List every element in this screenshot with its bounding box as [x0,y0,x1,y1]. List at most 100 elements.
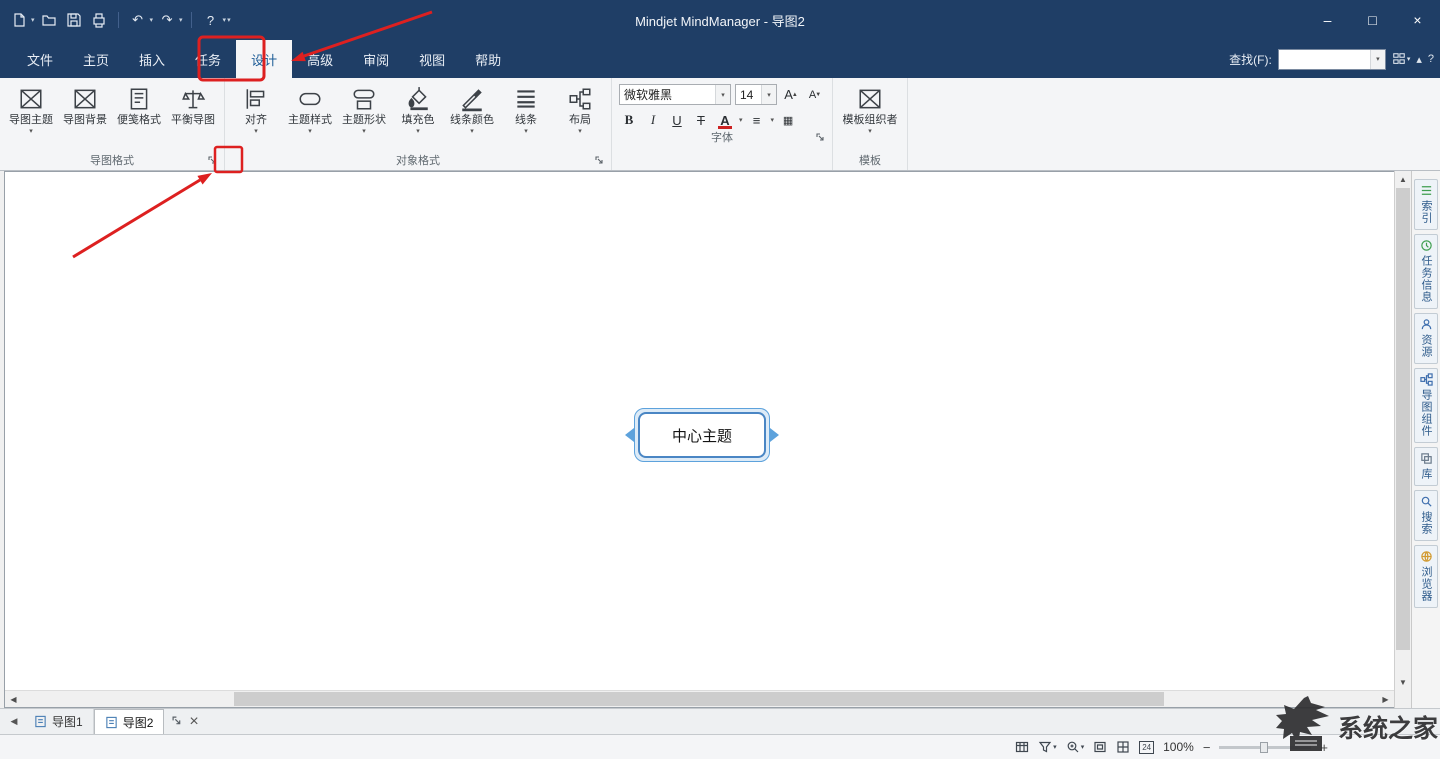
zoom-button[interactable]: ▾ [1066,740,1085,754]
print-button[interactable] [88,7,110,33]
help-button[interactable]: ? [200,7,222,33]
chevron-down-icon[interactable]: ▾ [179,16,183,24]
layout-icon [567,83,593,114]
balance-map-button[interactable]: 平衡导图 [166,81,220,127]
app-window: ▾ ↶ ▾ ↷ ▾ ? ▾ ▾ Mindjet MindManager - 导图… [0,0,1440,759]
fill-color-icon [405,83,431,114]
save-button[interactable] [63,7,85,33]
map-theme-button[interactable]: 导图主题 ▾ [4,81,58,136]
topic-handle-right[interactable] [770,428,779,442]
customize-qat-icon[interactable]: ▾ [227,16,231,24]
font-size-select[interactable]: 14 ▾ [735,84,777,105]
grow-font-button[interactable]: A▲ [781,85,801,105]
lines-button[interactable]: 线条 ▾ [499,81,553,136]
topic-handle-left[interactable] [625,428,634,442]
map-view-button[interactable] [1015,740,1029,754]
tab-nav-prev-button[interactable]: ◀ [4,709,24,734]
undo-button[interactable]: ↶ [127,7,149,33]
sidebar-tab-task-info[interactable]: 任务信息 [1414,234,1438,309]
tab-advanced[interactable]: 高级 [292,40,348,78]
chevron-down-icon[interactable]: ▾ [31,16,35,24]
shrink-font-button[interactable]: A▼ [805,85,825,105]
central-topic[interactable]: 中心主题 [638,412,766,458]
document-tab-bar: ◀ 导图1 导图2 × [0,708,1440,734]
zoom-out-button[interactable]: − [1203,740,1211,755]
sidebar-tab-label: 资源 [1418,334,1434,358]
align-button[interactable]: 对齐 ▾ [229,81,283,136]
maximize-button[interactable]: □ [1350,0,1395,40]
topic-style-button[interactable]: 主题样式 ▾ [283,81,337,136]
calendar-24-button[interactable]: 24 [1139,741,1154,754]
bold-button[interactable]: B [619,110,639,130]
horizontal-scroll-track[interactable] [22,691,1377,707]
find-input[interactable]: ▾ [1278,49,1386,70]
map-background-button[interactable]: 导图背景 [58,81,112,127]
map-canvas[interactable]: 中心主题 [5,172,1394,690]
help-icon[interactable]: ? [1428,53,1434,65]
dialog-launcher-object-format[interactable] [593,154,607,168]
tab-file[interactable]: 文件 [12,40,68,78]
sidebar-tab-label: 任务信息 [1418,255,1434,303]
chevron-down-icon[interactable]: ▾ [1370,50,1385,69]
chevron-down-icon[interactable]: ▾ [223,16,227,24]
font-color-button[interactable]: A [715,110,735,130]
document-tab-map2[interactable]: 导图2 [94,709,165,734]
redo-button[interactable]: ↷ [156,7,178,33]
fit-map-button[interactable] [1093,740,1107,754]
italic-button[interactable]: I [643,110,663,130]
tab-design[interactable]: 设计 [236,40,292,78]
tab-task[interactable]: 任务 [180,40,236,78]
chevron-down-icon[interactable]: ▾ [150,16,154,24]
line-color-button[interactable]: 线条颜色 ▾ [445,81,499,136]
chevron-down-icon[interactable]: ▾ [739,116,743,125]
tab-help[interactable]: 帮助 [460,40,516,78]
horizontal-scroll-thumb[interactable] [234,692,1164,706]
filter-button[interactable]: ▾ [1038,740,1057,754]
dialog-launcher-map-format[interactable] [206,154,220,168]
format-options-button[interactable]: ▦ [778,110,798,130]
font-family-select[interactable]: 微软雅黑 ▾ [619,84,731,105]
scroll-down-button[interactable]: ▼ [1395,674,1411,691]
close-button[interactable]: × [1395,0,1440,40]
collapse-ribbon-button[interactable]: ▴ [1416,53,1422,66]
strikethrough-button[interactable]: T [691,110,711,130]
text-align-button[interactable]: ≡ [747,110,767,130]
ribbon-group-map-format: 导图主题 ▾ 导图背景 便笺格式 平衡导图 导图格式 [0,78,225,170]
open-button[interactable] [38,7,60,33]
tab-review[interactable]: 审阅 [348,40,404,78]
zoom-slider-thumb[interactable] [1260,742,1268,753]
chevron-down-icon[interactable]: ▾ [761,85,776,104]
note-format-button[interactable]: 便笺格式 [112,81,166,127]
dialog-launcher-icon[interactable] [172,716,183,727]
close-tab-button[interactable]: × [189,713,198,731]
sidebar-tab-library[interactable]: 库 [1414,447,1438,486]
chevron-down-icon[interactable]: ▾ [771,116,775,125]
sidebar-tab-search[interactable]: 搜索 [1414,490,1438,541]
underline-button[interactable]: U [667,110,687,130]
vertical-scroll-thumb[interactable] [1396,188,1410,650]
scroll-up-button[interactable]: ▲ [1395,171,1411,188]
tab-insert[interactable]: 插入 [124,40,180,78]
minimize-button[interactable]: – [1305,0,1350,40]
vertical-scroll-track[interactable] [1395,188,1411,674]
layout-button[interactable]: 布局 ▾ [553,81,607,136]
tab-view[interactable]: 视图 [404,40,460,78]
sidebar-tab-resources[interactable]: 资源 [1414,313,1438,364]
scroll-left-button[interactable]: ◀ [5,691,22,707]
chevron-down-icon[interactable]: ▾ [715,85,730,104]
dialog-launcher-font[interactable] [814,131,828,145]
sidebar-tab-index[interactable]: 索引 [1414,179,1438,230]
fill-color-button[interactable]: 填充色 ▾ [391,81,445,136]
new-document-button[interactable] [8,7,30,33]
sidebar-tab-label: 索引 [1418,200,1434,224]
toolbar-separator [191,12,192,28]
grid-view-button[interactable] [1116,740,1130,754]
template-organizer-button[interactable]: 模板组织者 ▾ [837,81,903,136]
dialog-launcher-icon [595,156,605,166]
sidebar-tab-map-parts[interactable]: 导图组件 [1414,368,1438,443]
task-pane-button[interactable]: ▾ [1392,52,1411,66]
document-tab-map1[interactable]: 导图1 [24,709,94,734]
tab-home[interactable]: 主页 [68,40,124,78]
sidebar-tab-browser[interactable]: 浏览器 [1414,545,1438,608]
topic-shape-button[interactable]: 主题形状 ▾ [337,81,391,136]
